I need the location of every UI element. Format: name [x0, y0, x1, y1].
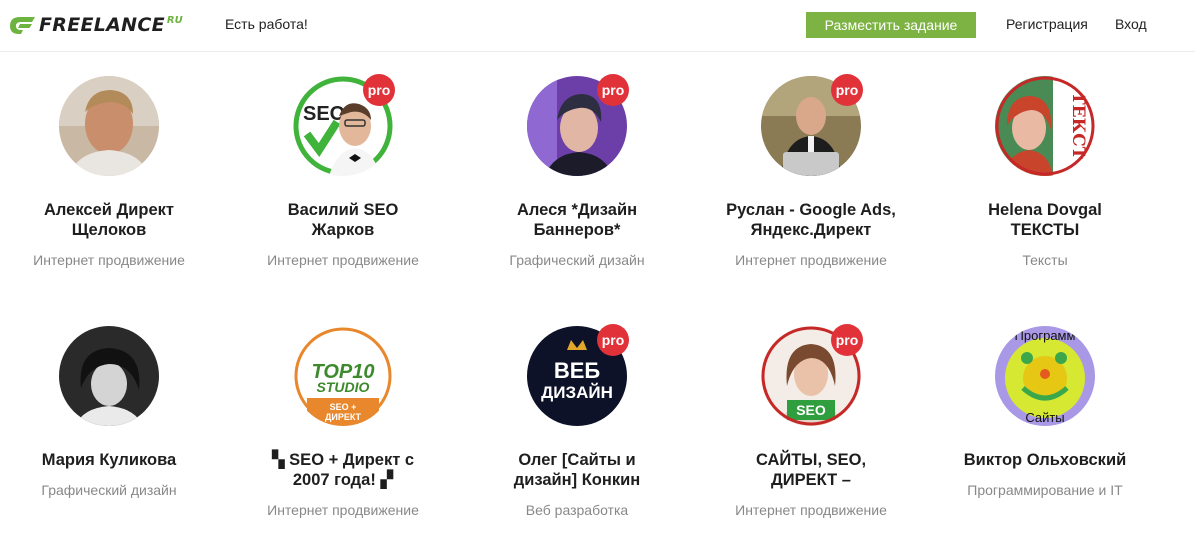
avatar[interactable]: Программ Сайты	[995, 326, 1095, 426]
freelancer-name-line1[interactable]: Алеся *Дизайн	[466, 200, 688, 220]
freelancer-card[interactable]: Мария Куликова Графический дизайн	[0, 326, 224, 498]
freelancer-card[interactable]: TOP10 STUDIO SEO + ДИРЕКТ ▚ SEO + Директ…	[228, 326, 458, 518]
register-link[interactable]: Регистрация	[1006, 16, 1088, 32]
pro-badge: pro	[831, 74, 863, 106]
freelancer-name-line1[interactable]: САЙТЫ, SEO,	[700, 450, 922, 470]
freelancer-card[interactable]: ВЕБ ДИЗАЙН pro Олег [Сайты и дизайн] Конк…	[462, 324, 692, 518]
find-work-link[interactable]: Есть работа!	[225, 16, 308, 32]
top-header: FREELANCE RU Есть работа! Разместить зад…	[0, 0, 1195, 52]
pro-badge: pro	[597, 324, 629, 356]
freelancer-specialty: Тексты	[1022, 252, 1068, 268]
freelancer-specialty: Интернет продвижение	[33, 252, 185, 268]
freelancer-name-line1[interactable]: ▚ SEO + Директ с	[232, 450, 454, 470]
avatar-brand-subtext: STUDIO	[317, 379, 370, 395]
freelancer-name-line1[interactable]: Руслан - Google Ads,	[700, 200, 922, 220]
avatar-text-line2: Сайты	[1025, 410, 1064, 425]
pro-badge: pro	[831, 324, 863, 356]
freelancer-card[interactable]: Программ Сайты Виктор Ольховский Програм…	[930, 326, 1160, 498]
freelancer-card[interactable]: SEO pro САЙТЫ, SEO, ДИРЕКТ – Интернет про…	[696, 324, 926, 518]
freelancer-name-line1[interactable]: Мария Куликова	[0, 450, 220, 470]
pro-badge: pro	[363, 74, 395, 106]
avatar-text-line1: Программ	[1015, 328, 1076, 343]
freelancer-specialty: Веб разработка	[525, 502, 629, 518]
freelancer-specialty: Графический дизайн	[509, 252, 645, 268]
avatar[interactable]: ТЕКСТ	[995, 76, 1095, 176]
freelancer-card[interactable]: Алексей Директ Щелоков Интернет продвижен…	[0, 76, 224, 268]
freelancer-specialty: Интернет продвижение	[267, 502, 419, 518]
freelancer-name-line2[interactable]: Жарков	[232, 220, 454, 240]
logo-suffix: RU	[166, 14, 183, 26]
freelancer-name-line2[interactable]: дизайн] Конкин	[466, 470, 688, 490]
logo-mark-icon	[8, 14, 36, 36]
freelancer-card[interactable]: SEO pro Василий SEO Жарков Интернет продв…	[228, 74, 458, 268]
freelancer-card[interactable]: ТЕКСТ Helena Dovgal ТЕКСТЫ Тексты	[930, 76, 1160, 268]
freelancer-specialty: Интернет продвижение	[267, 252, 419, 268]
freelancer-card[interactable]: pro Алеся *Дизайн Баннеров* Графический д…	[462, 74, 692, 268]
freelancer-name-line1[interactable]: Василий SEO	[232, 200, 454, 220]
avatar-text-line1: ВЕБ	[554, 358, 601, 383]
avatar-text-line2: ДИЗАЙН	[541, 383, 613, 402]
avatar-seo-text: SEO	[796, 402, 826, 418]
login-link[interactable]: Вход	[1115, 16, 1147, 32]
avatar[interactable]	[59, 76, 159, 176]
avatar[interactable]	[59, 326, 159, 426]
freelancer-name-line2[interactable]: Баннеров*	[466, 220, 688, 240]
freelancer-specialty: Интернет продвижение	[735, 252, 887, 268]
freelancer-specialty: Интернет продвижение	[735, 502, 887, 518]
avatar[interactable]: TOP10 STUDIO SEO + ДИРЕКТ	[293, 326, 393, 426]
post-task-button[interactable]: Разместить задание	[806, 12, 976, 38]
freelancer-name-line2[interactable]: Яндекс.Директ	[700, 220, 922, 240]
freelancer-name-line2[interactable]: ТЕКСТЫ	[934, 220, 1156, 240]
freelance-logo[interactable]: FREELANCE RU	[8, 12, 183, 38]
freelancer-name-line2[interactable]: Щелоков	[0, 220, 220, 240]
pro-badge: pro	[597, 74, 629, 106]
freelancer-name-line2[interactable]: 2007 года! ▞	[232, 470, 454, 490]
freelancer-name-line1[interactable]: Алексей Директ	[0, 200, 220, 220]
freelancer-name-line1[interactable]: Helena Dovgal	[934, 200, 1156, 220]
freelancer-name-line1[interactable]: Виктор Ольховский	[934, 450, 1156, 470]
freelancer-specialty: Программирование и IT	[967, 482, 1123, 498]
logo-text: FREELANCE	[39, 14, 165, 36]
freelancer-specialty: Графический дизайн	[41, 482, 177, 498]
avatar-seo-text: SEO	[303, 103, 345, 125]
freelancer-name-line2[interactable]: ДИРЕКТ –	[700, 470, 922, 490]
freelancer-card[interactable]: pro Руслан - Google Ads, Яндекс.Директ Ин…	[696, 74, 926, 268]
avatar-text-line4: ДИРЕКТ	[325, 412, 362, 422]
avatar-text-line3: SEO +	[330, 402, 357, 412]
avatar-text: ТЕКСТ	[1068, 92, 1088, 160]
freelancer-name-line1[interactable]: Олег [Сайты и	[466, 450, 688, 470]
